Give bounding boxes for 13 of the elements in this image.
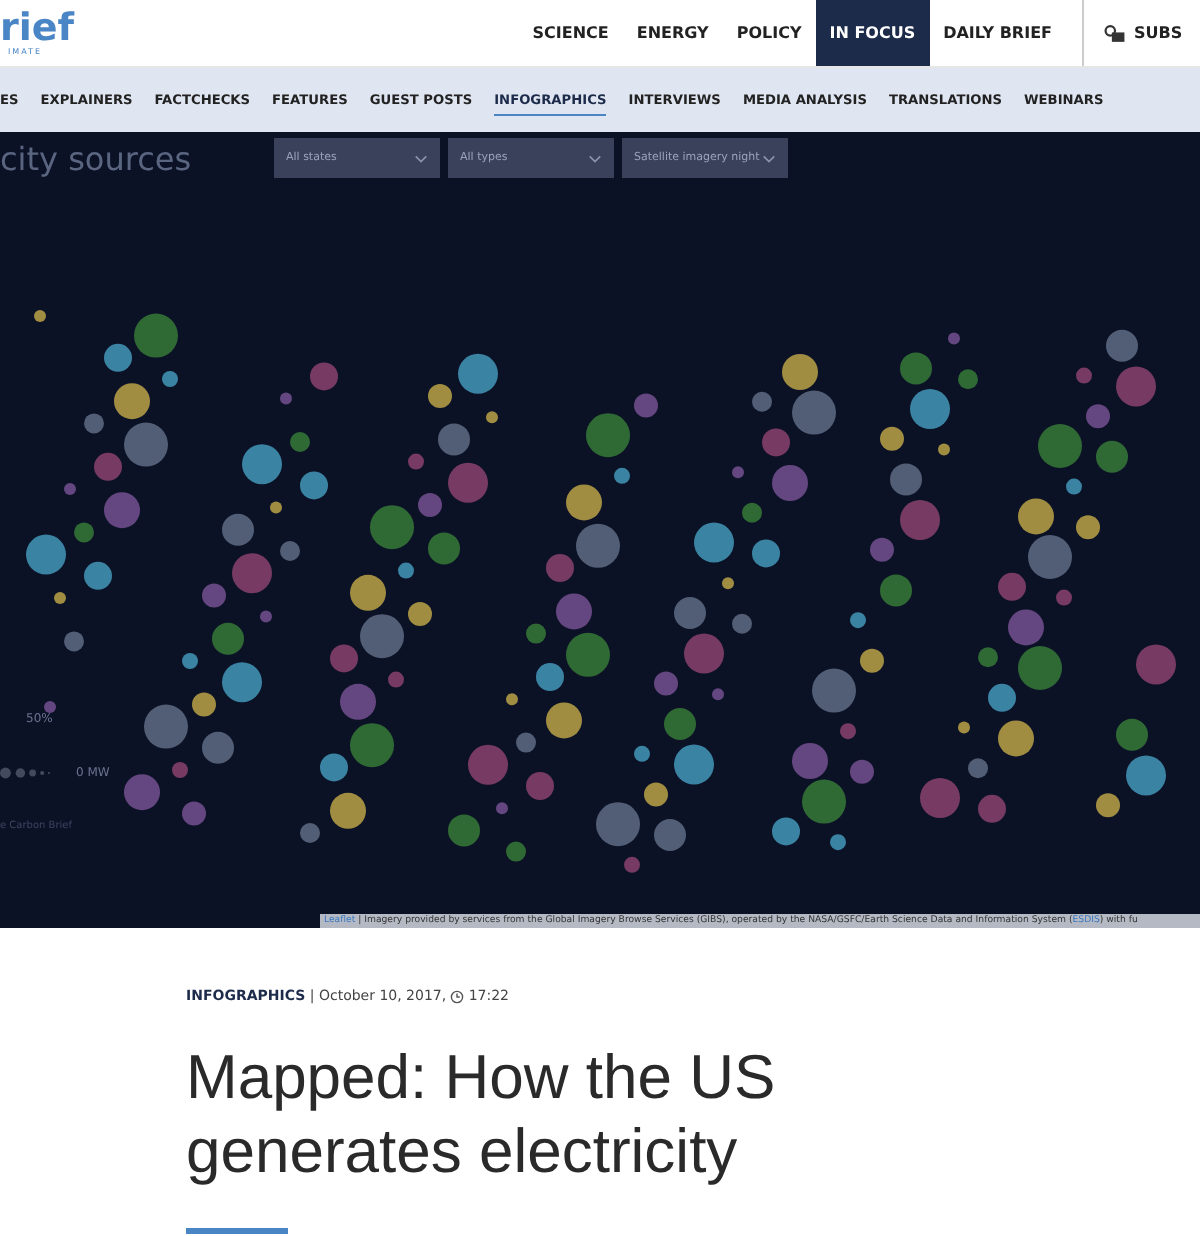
chevron-icon [414, 153, 428, 163]
clock-icon [450, 989, 465, 1003]
chevron-icon [762, 153, 776, 163]
nav-link[interactable]: POLICY [722, 0, 816, 66]
nav-link[interactable]: ENERGY [622, 0, 723, 66]
nav-link[interactable]: IN FOCUS [815, 0, 930, 66]
map-title: city sources [0, 139, 194, 177]
subscribe-link[interactable]: SUBS [1134, 24, 1183, 42]
chevron-icon [588, 153, 602, 163]
nav-link[interactable]: DAILY BRIEF [929, 0, 1066, 66]
logo-text[interactable]: rief [0, 10, 120, 46]
nav-link[interactable]: SCIENCE [518, 0, 623, 66]
article-title: Mapped: How the US generates electricity [186, 1040, 778, 1188]
